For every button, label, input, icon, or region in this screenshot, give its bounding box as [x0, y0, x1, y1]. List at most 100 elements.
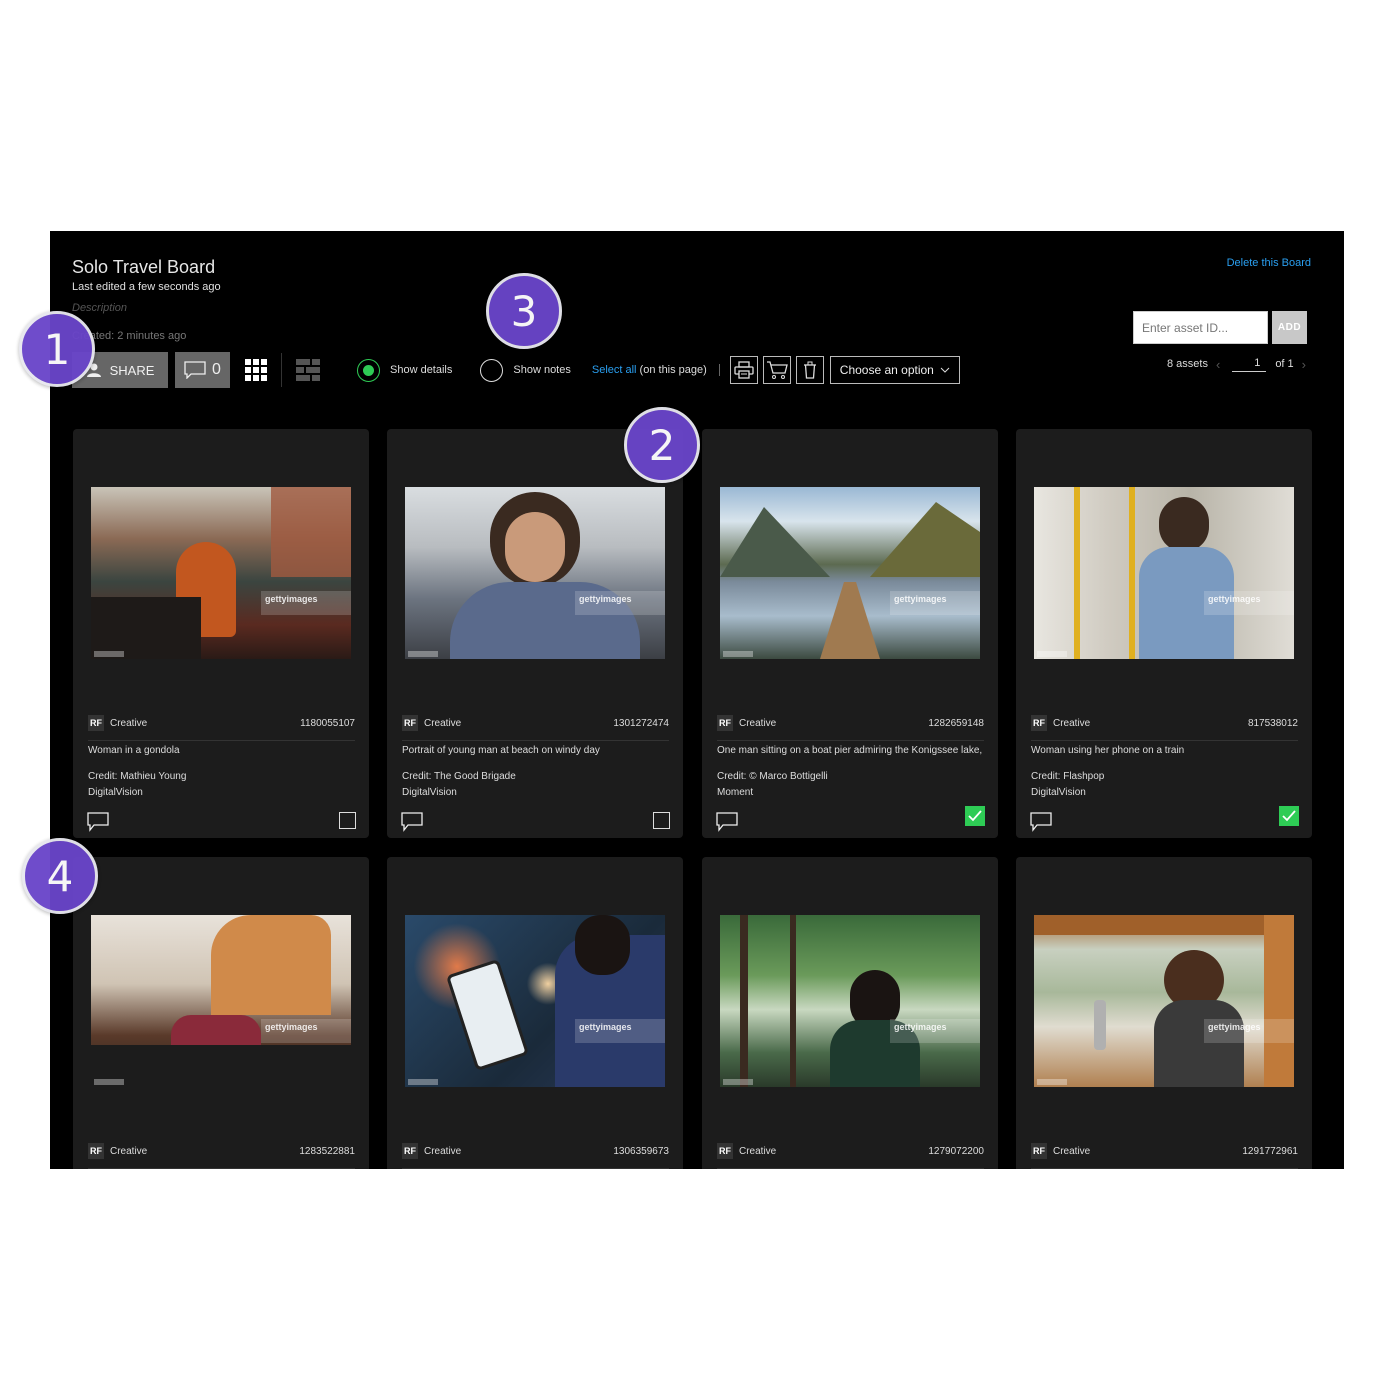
- image-id-tag: [1037, 651, 1067, 657]
- asset-thumbnail[interactable]: gettyimages: [720, 487, 980, 659]
- board-title[interactable]: Solo Travel Board: [72, 257, 215, 278]
- select-checkbox-checked[interactable]: [1279, 806, 1299, 826]
- comment-icon: [184, 361, 206, 379]
- asset-card[interactable]: gettyimages RF Creative 1291772961: [1016, 857, 1312, 1169]
- asset-card[interactable]: gettyimages RF Creative 1282659148 One m…: [702, 429, 998, 838]
- collection-label: Creative: [424, 1145, 462, 1157]
- asset-brand: Moment: [717, 787, 754, 798]
- asset-card[interactable]: gettyimages RF Creative 1306359673: [387, 857, 683, 1169]
- license-badge: RF: [88, 1143, 104, 1159]
- toolbar-separator: [718, 364, 720, 376]
- asset-card[interactable]: gettyimages RF Creative 1180055107 Woman…: [73, 429, 369, 838]
- asset-id: 1180055107: [300, 717, 355, 729]
- collection-label: Creative: [1053, 1145, 1091, 1157]
- asset-meta: RF Creative 1180055107: [88, 714, 355, 741]
- asset-thumbnail[interactable]: gettyimages: [1034, 915, 1294, 1087]
- checkmark-icon: [968, 810, 982, 822]
- select-all-link[interactable]: Select all: [592, 364, 637, 376]
- asset-credit: Credit: Mathieu Young: [88, 771, 187, 782]
- watermark: gettyimages: [1204, 591, 1294, 615]
- asset-thumbnail[interactable]: gettyimages: [405, 915, 665, 1087]
- callout-marker-2: 2: [624, 407, 700, 483]
- last-edited: Last edited a few seconds ago: [72, 281, 221, 293]
- image-id-tag: [94, 651, 124, 657]
- comment-icon[interactable]: [1030, 812, 1052, 832]
- asset-caption: One man sitting on a boat pier admiring …: [717, 745, 983, 756]
- asset-brand: DigitalVision: [88, 787, 143, 798]
- description-field[interactable]: Description: [72, 302, 127, 314]
- cart-button[interactable]: [762, 356, 791, 384]
- asset-card[interactable]: gettyimages RF Creative 1301272474 Portr…: [387, 429, 683, 838]
- chevron-down-icon: [940, 367, 950, 373]
- radio-selected-icon: [357, 358, 380, 382]
- prev-page-icon[interactable]: ‹: [1216, 357, 1220, 372]
- comment-icon[interactable]: [87, 812, 109, 832]
- asset-brand: DigitalVision: [402, 787, 457, 798]
- asset-meta: RF Creative 1291772961: [1031, 1142, 1298, 1169]
- license-badge: RF: [402, 715, 418, 731]
- image-id-tag: [408, 651, 438, 657]
- show-details-label: Show details: [390, 364, 453, 376]
- watermark: gettyimages: [890, 1019, 980, 1043]
- asset-thumbnail[interactable]: gettyimages: [91, 487, 351, 659]
- show-notes-radio[interactable]: Show notes: [480, 358, 571, 382]
- page-number-input[interactable]: 1: [1232, 357, 1267, 372]
- asset-card[interactable]: gettyimages RF Creative 1279072200: [702, 857, 998, 1169]
- asset-meta: RF Creative 817538012: [1031, 714, 1298, 741]
- license-badge: RF: [88, 715, 104, 731]
- asset-card[interactable]: gettyimages RF Creative 1283522881: [73, 857, 369, 1169]
- collection-label: Creative: [739, 717, 777, 729]
- asset-credit: Credit: © Marco Bottigelli: [717, 771, 828, 782]
- asset-caption: Woman in a gondola: [88, 745, 180, 756]
- select-all-suffix: (on this page): [636, 364, 707, 376]
- select-checkbox-checked[interactable]: [965, 806, 985, 826]
- asset-meta: RF Creative 1283522881: [88, 1142, 355, 1169]
- asset-meta: RF Creative 1306359673: [402, 1142, 669, 1169]
- print-button[interactable]: [729, 356, 758, 384]
- select-all: Select all (on this page): [592, 364, 707, 376]
- page-total: of 1: [1275, 358, 1294, 370]
- callout-marker-3: 3: [486, 273, 562, 349]
- bulk-action-select[interactable]: Choose an option: [829, 356, 960, 384]
- board-page: Solo Travel Board Last edited a few seco…: [50, 231, 1344, 1169]
- watermark: gettyimages: [261, 1019, 351, 1043]
- collection-label: Creative: [110, 717, 148, 729]
- watermark: gettyimages: [261, 591, 351, 615]
- add-asset-button[interactable]: ADD: [1272, 311, 1307, 344]
- asset-caption: Portrait of young man at beach on windy …: [402, 745, 600, 756]
- watermark: gettyimages: [575, 1019, 665, 1043]
- asset-id: 1301272474: [613, 717, 669, 729]
- comment-icon[interactable]: [716, 812, 738, 832]
- asset-card[interactable]: gettyimages RF Creative 817538012 Woman …: [1016, 429, 1312, 838]
- license-badge: RF: [1031, 1143, 1047, 1159]
- asset-id: 1279072200: [928, 1145, 984, 1157]
- cart-icon: [766, 361, 788, 379]
- license-badge: RF: [717, 715, 733, 731]
- asset-thumbnail[interactable]: gettyimages: [720, 915, 980, 1087]
- watermark: gettyimages: [890, 591, 980, 615]
- asset-thumbnail[interactable]: gettyimages: [405, 487, 665, 659]
- comment-icon[interactable]: [401, 812, 423, 832]
- radio-unselected-icon: [480, 358, 504, 382]
- asset-meta: RF Creative 1279072200: [717, 1142, 984, 1169]
- show-notes-label: Show notes: [513, 364, 571, 376]
- checkmark-icon: [1282, 810, 1296, 822]
- asset-meta: RF Creative 1282659148: [717, 714, 984, 741]
- license-badge: RF: [717, 1143, 733, 1159]
- grid-view-icon[interactable]: [245, 359, 267, 381]
- select-checkbox[interactable]: [653, 812, 670, 829]
- delete-button[interactable]: [795, 356, 824, 384]
- asset-thumbnail[interactable]: gettyimages: [91, 915, 351, 1087]
- masonry-view-icon[interactable]: [296, 358, 320, 382]
- select-checkbox[interactable]: [339, 812, 356, 829]
- printer-icon: [734, 361, 754, 379]
- asset-thumbnail[interactable]: gettyimages: [1034, 487, 1294, 659]
- asset-id-input[interactable]: [1133, 311, 1268, 344]
- comments-button[interactable]: 0: [175, 352, 230, 388]
- next-page-icon[interactable]: ›: [1302, 357, 1306, 372]
- asset-id: 817538012: [1247, 717, 1298, 729]
- license-badge: RF: [1031, 715, 1047, 731]
- delete-board-link[interactable]: Delete this Board: [1227, 257, 1311, 269]
- asset-credit: Credit: The Good Brigade: [402, 771, 516, 782]
- show-details-radio[interactable]: Show details: [357, 358, 453, 382]
